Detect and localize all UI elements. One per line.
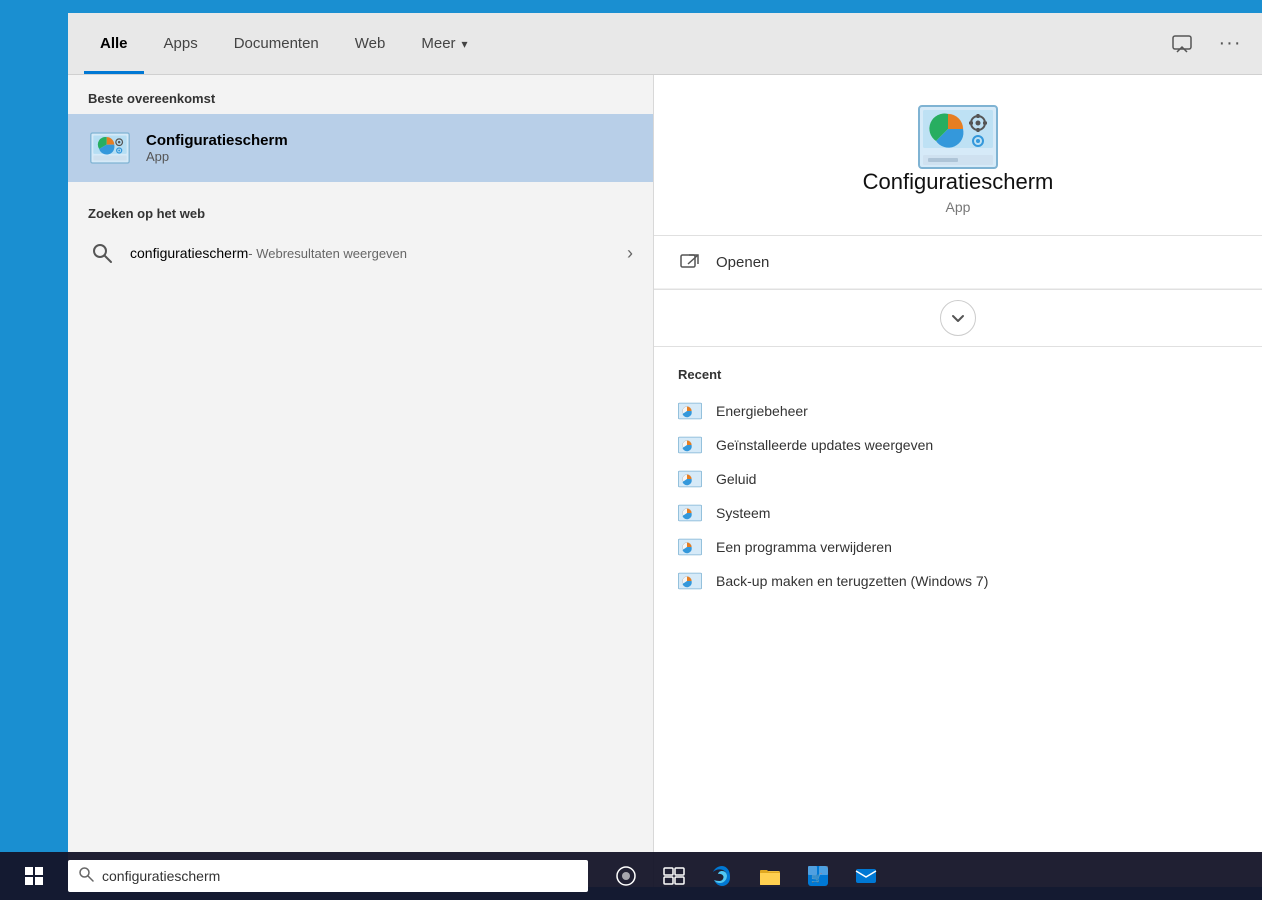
recent-cp-icon-3	[678, 504, 702, 522]
tab-meer[interactable]: Meer ▾	[405, 27, 483, 60]
feedback-icon[interactable]	[1166, 28, 1198, 60]
mail-icon[interactable]	[844, 854, 888, 898]
recent-label-4: Een programma verwijderen	[716, 539, 892, 555]
start-button[interactable]	[0, 852, 68, 900]
more-options-icon[interactable]: ···	[1214, 28, 1246, 60]
content-area: Beste overeenkomst	[68, 75, 1262, 887]
control-panel-icon-small	[90, 132, 130, 164]
taskbar: configuratiescherm	[0, 852, 1262, 900]
recent-cp-icon-5	[678, 572, 702, 590]
recent-item-systeem[interactable]: Systeem	[654, 496, 1262, 530]
tab-web[interactable]: Web	[339, 13, 402, 74]
recent-label-2: Geluid	[716, 471, 756, 487]
search-loop-icon	[88, 239, 116, 267]
recent-cp-icon-2	[678, 470, 702, 488]
taskbar-search-bar[interactable]: configuratiescherm	[68, 860, 588, 892]
web-search-text: configuratiescherm - Webresultaten weerg…	[130, 245, 407, 261]
taskbar-search-icon	[78, 866, 94, 886]
beste-overeenkomst-header: Beste overeenkomst	[68, 75, 653, 114]
recent-label-5: Back-up maken en terugzetten (Windows 7)	[716, 573, 988, 589]
control-panel-icon-large	[918, 105, 998, 169]
app-detail-header: Configuratiescherm App	[654, 75, 1262, 236]
recent-header: Recent	[654, 363, 1262, 394]
app-name: Configuratiescherm	[146, 132, 288, 149]
best-match-item[interactable]: Configuratiescherm App	[68, 114, 653, 182]
actions-section: Openen	[654, 236, 1262, 290]
recent-item-updates[interactable]: Geïnstalleerde updates weergeven	[654, 428, 1262, 462]
web-search-item[interactable]: configuratiescherm - Webresultaten weerg…	[68, 229, 653, 277]
file-explorer-icon[interactable]	[748, 854, 792, 898]
recent-item-backup[interactable]: Back-up maken en terugzetten (Windows 7)	[654, 564, 1262, 598]
app-icon-container	[88, 126, 132, 170]
tab-documenten[interactable]: Documenten	[218, 13, 335, 74]
store-icon[interactable]: 🛒	[796, 854, 840, 898]
recent-item-energiebeheer[interactable]: Energiebeheer	[654, 394, 1262, 428]
recent-item-geluid[interactable]: Geluid	[654, 462, 1262, 496]
search-window: Alle Apps Documenten Web Meer ▾ ···	[68, 13, 1262, 887]
recent-cp-icon-4	[678, 538, 702, 556]
recent-label-0: Energiebeheer	[716, 403, 808, 419]
svg-text:🛒: 🛒	[811, 872, 822, 883]
web-search-query: configuratiescherm	[130, 245, 248, 261]
tab-bar: Alle Apps Documenten Web Meer ▾ ···	[68, 13, 1262, 75]
recent-item-programma[interactable]: Een programma verwijderen	[654, 530, 1262, 564]
recent-cp-icon-0	[678, 402, 702, 420]
recent-cp-icon-1	[678, 436, 702, 454]
recent-section: Recent Energiebeheer	[654, 347, 1262, 614]
app-type: App	[146, 149, 288, 164]
edge-icon[interactable]	[700, 854, 744, 898]
open-label: Openen	[716, 254, 769, 271]
task-view-icon[interactable]	[652, 854, 696, 898]
app-detail-name: Configuratiescherm	[863, 169, 1054, 195]
web-section: Zoeken op het web configuratiescherm - W…	[68, 190, 653, 277]
chevron-down-icon: ▾	[462, 37, 468, 51]
tab-alle[interactable]: Alle	[84, 13, 144, 74]
web-search-suffix: - Webresultaten weergeven	[248, 246, 407, 261]
right-panel: Configuratiescherm App Openen	[653, 75, 1262, 887]
open-action[interactable]: Openen	[654, 236, 1262, 289]
taskbar-search-input[interactable]: configuratiescherm	[102, 868, 578, 884]
expand-button[interactable]	[940, 300, 976, 336]
app-info: Configuratiescherm App	[146, 132, 288, 164]
taskbar-icons: 🛒	[604, 854, 888, 898]
web-search-arrow: ›	[627, 243, 633, 264]
recent-label-1: Geïnstalleerde updates weergeven	[716, 437, 933, 453]
tab-bar-actions: ···	[1166, 28, 1246, 60]
left-panel: Beste overeenkomst	[68, 75, 653, 887]
zoeken-op-het-web-header: Zoeken op het web	[68, 190, 653, 229]
windows-logo	[25, 867, 43, 885]
open-icon	[678, 250, 702, 274]
app-detail-type: App	[946, 199, 971, 215]
recent-label-3: Systeem	[716, 505, 770, 521]
cortana-icon[interactable]	[604, 854, 648, 898]
expand-row	[654, 290, 1262, 347]
tab-apps[interactable]: Apps	[148, 13, 214, 74]
